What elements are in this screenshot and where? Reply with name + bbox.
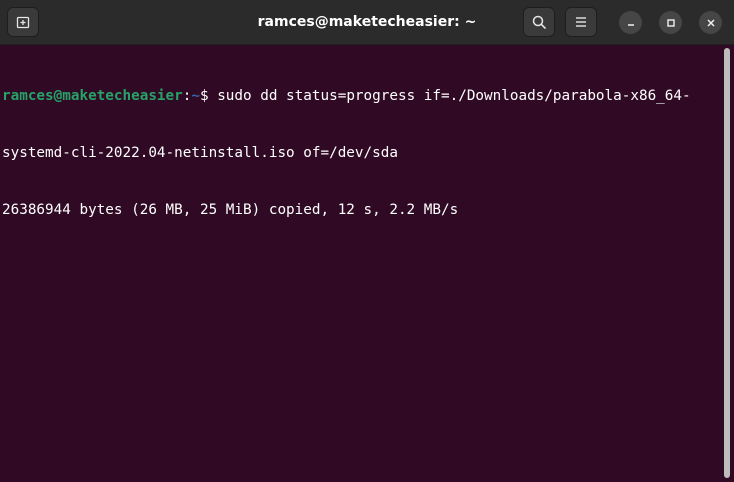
command-line-2: systemd-cli-2022.04-netinstall.iso of=/d… [2, 145, 398, 161]
scrollbar[interactable] [724, 48, 730, 478]
terminal-output[interactable]: ramces@maketecheasier:~$ sudo dd status=… [0, 46, 722, 482]
maximize-button[interactable] [659, 11, 682, 34]
minimize-button[interactable] [619, 11, 642, 34]
prompt-symbol: $ [199, 88, 209, 104]
close-button[interactable] [699, 11, 722, 34]
maximize-icon [666, 18, 675, 27]
command-text-1: sudo dd status=progress if=./Downloads/p… [208, 88, 691, 104]
close-icon [706, 18, 715, 27]
titlebar: ramces@maketecheasier: ~ [0, 0, 734, 45]
prompt-path: ~ [191, 88, 200, 104]
command-line-1: ramces@maketecheasier:~$ sudo dd status=… [2, 87, 722, 106]
new-tab-icon [16, 16, 30, 29]
window-title: ramces@maketecheasier: ~ [257, 14, 477, 30]
search-button[interactable] [523, 7, 555, 37]
minimize-icon [627, 23, 634, 26]
menu-button[interactable] [565, 7, 597, 37]
terminal-window: ramces@maketecheasier: ~ ramces@maketech… [0, 0, 734, 482]
output-line: 26386944 bytes (26 MB, 25 MiB) copied, 1… [2, 202, 459, 218]
search-icon [532, 15, 546, 29]
prompt-user: ramces@maketecheasier [2, 88, 183, 104]
new-tab-button[interactable] [7, 7, 39, 37]
hamburger-menu-icon [576, 17, 586, 27]
